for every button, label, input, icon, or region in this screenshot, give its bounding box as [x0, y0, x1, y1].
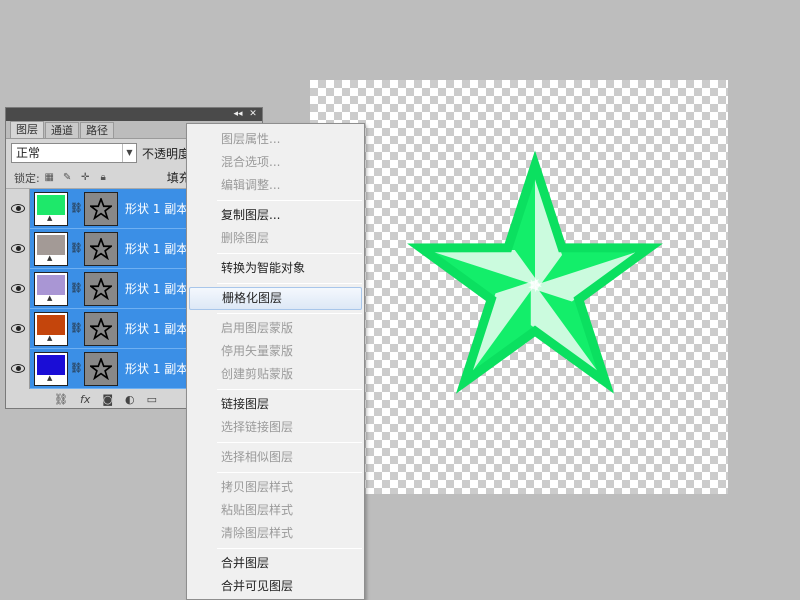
color-swatch — [37, 194, 65, 215]
fill-color-thumbnail[interactable]: ▲ — [34, 351, 68, 386]
tab-paths[interactable]: 路径 — [80, 122, 114, 138]
star-icon — [90, 317, 112, 340]
layer-name: 形状 1 副本 — [125, 362, 189, 376]
menu-item: 拷贝图层样式 — [221, 480, 294, 494]
color-swatch — [37, 354, 65, 375]
menu-item: 清除图层样式 — [221, 526, 294, 540]
visibility-toggle[interactable] — [6, 228, 30, 269]
fill-color-thumbnail[interactable]: ▲ — [34, 271, 68, 306]
layer-name: 形状 1 副本 — [125, 322, 189, 336]
panel-titlebar: ◂◂ ✕ — [6, 108, 262, 121]
link-layers-icon[interactable]: ⛓ — [54, 393, 68, 406]
lock-move-icon[interactable]: ✛ — [80, 172, 91, 183]
new-group-icon[interactable]: ▭ — [147, 393, 157, 406]
menu-item: 图层属性... — [221, 132, 281, 146]
close-icon[interactable]: ✕ — [247, 109, 259, 120]
vector-mask-thumbnail[interactable] — [84, 191, 118, 226]
lock-brush-icon[interactable]: ✎ — [62, 172, 73, 183]
tab-channels[interactable]: 通道 — [45, 122, 79, 138]
star-shape[interactable] — [310, 80, 728, 494]
menu-separator — [217, 253, 362, 254]
layer-name: 形状 1 副本 — [125, 282, 189, 296]
fx-icon[interactable]: fx — [80, 393, 90, 406]
triangle-icon: ▲ — [47, 213, 53, 222]
star-icon — [90, 197, 112, 220]
menu-item[interactable]: 合并可见图层 — [187, 575, 364, 598]
fill-color-thumbnail[interactable]: ▲ — [34, 311, 68, 346]
chain-link-icon[interactable]: ⛓ — [70, 203, 83, 214]
color-swatch — [37, 234, 65, 255]
visibility-toggle[interactable] — [6, 268, 30, 309]
star-icon — [90, 277, 112, 300]
visibility-toggle[interactable] — [6, 348, 30, 389]
color-swatch — [37, 314, 65, 335]
fill-color-thumbnail[interactable]: ▲ — [34, 191, 68, 226]
eye-icon — [10, 204, 25, 213]
color-swatch — [37, 274, 65, 295]
vector-mask-thumbnail[interactable] — [84, 271, 118, 306]
star-icon — [90, 357, 112, 380]
menu-separator — [217, 389, 362, 390]
eye-icon — [10, 244, 25, 253]
menu-item[interactable]: 栅格化图层 — [189, 287, 362, 310]
menu-item[interactable]: 链接图层 — [187, 393, 364, 416]
visibility-toggle[interactable] — [6, 189, 30, 229]
document-canvas[interactable] — [310, 80, 728, 494]
eye-icon — [10, 364, 25, 373]
add-mask-icon[interactable]: ◙ — [102, 393, 113, 406]
triangle-icon: ▲ — [47, 373, 53, 382]
menu-item[interactable]: 合并图层 — [187, 552, 364, 575]
blend-mode-select[interactable]: 正常 ▼ — [11, 143, 137, 163]
star-icon — [90, 237, 112, 260]
triangle-icon: ▲ — [47, 253, 53, 262]
menu-separator — [217, 313, 362, 314]
collapse-icon[interactable]: ◂◂ — [232, 109, 244, 120]
layer-context-menu: 图层属性... 混合选项... 编辑调整... 复制图层... 删除图层转换为智能对象栅… — [186, 123, 365, 600]
adjustment-layer-icon[interactable]: ◐ — [125, 393, 135, 406]
vector-mask-thumbnail[interactable] — [84, 231, 118, 266]
fill-color-thumbnail[interactable]: ▲ — [34, 231, 68, 266]
layer-name: 形状 1 副本 — [125, 202, 189, 216]
opacity-label: 不透明度 — [142, 146, 191, 161]
chain-link-icon[interactable]: ⛓ — [70, 363, 83, 374]
vector-mask-thumbnail[interactable] — [84, 351, 118, 386]
menu-item: 混合选项... — [221, 155, 281, 169]
menu-separator — [217, 283, 362, 284]
chevron-down-icon[interactable]: ▼ — [122, 144, 136, 162]
eye-icon — [10, 284, 25, 293]
menu-item: 删除图层 — [221, 231, 270, 245]
menu-separator — [217, 548, 362, 549]
chain-link-icon[interactable]: ⛓ — [70, 323, 83, 334]
menu-separator — [217, 472, 362, 473]
menu-item: 创建剪贴蒙版 — [221, 367, 294, 381]
menu-item: 停用矢量蒙版 — [221, 344, 294, 358]
menu-item[interactable]: 复制图层... — [187, 204, 364, 227]
menu-item: 启用图层蒙版 — [221, 321, 294, 335]
menu-item: 粘贴图层样式 — [221, 503, 294, 517]
lock-transparent-icon[interactable]: ▦ — [44, 172, 55, 183]
menu-item: 选择相似图层 — [221, 450, 294, 464]
vector-mask-thumbnail[interactable] — [84, 311, 118, 346]
eye-icon — [10, 324, 25, 333]
lock-all-icon[interactable]: 🔒︎ — [98, 172, 109, 183]
chain-link-icon[interactable]: ⛓ — [70, 283, 83, 294]
visibility-toggle[interactable] — [6, 308, 30, 349]
layer-name: 形状 1 副本 — [125, 242, 189, 256]
lock-label: 锁定: — [14, 171, 40, 185]
tab-layers[interactable]: 图层 — [10, 121, 44, 138]
chain-link-icon[interactable]: ⛓ — [70, 243, 83, 254]
menu-item[interactable]: 转换为智能对象 — [187, 257, 364, 280]
menu-item: 选择链接图层 — [221, 420, 294, 434]
menu-item: 编辑调整... — [221, 178, 281, 192]
triangle-icon: ▲ — [47, 333, 53, 342]
menu-separator — [217, 442, 362, 443]
triangle-icon: ▲ — [47, 293, 53, 302]
menu-separator — [217, 200, 362, 201]
blend-mode-value: 正常 — [16, 146, 41, 160]
